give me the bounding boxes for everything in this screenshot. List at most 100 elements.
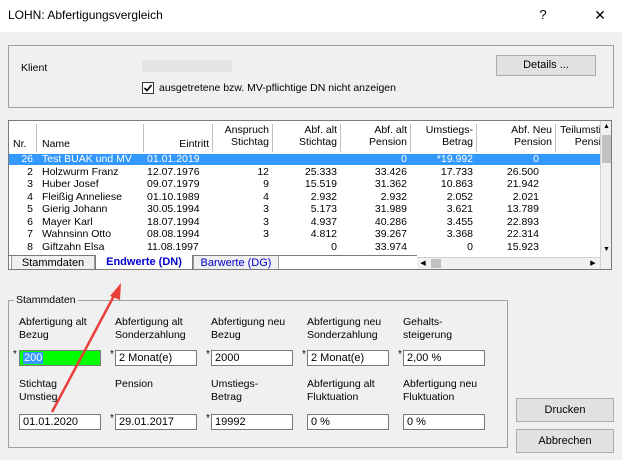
employee-grid[interactable]: Nr. Name Eintritt Anspruch Stichtag Abf.… [8, 120, 612, 270]
abf-alt-bezug-field[interactable]: 200 [19, 350, 101, 366]
fluk-neu-label-line2: Fluktuation [403, 391, 455, 403]
required-marker: * [302, 349, 306, 360]
table-row[interactable]: 7 Wahnsinn Otto 08.08.1994 3 4.812 39.267 3.36… [9, 229, 601, 240]
tab-barwerte[interactable]: Barwerte (DG) [193, 256, 279, 269]
cell-nr: 6 [27, 215, 33, 228]
scroll-up-icon[interactable]: ▲ [601, 121, 611, 133]
pension-label: Pension [115, 378, 153, 390]
header-divider [476, 124, 477, 152]
hide-inactive-label: ausgetretene bzw. MV-pflichtige DN nicht… [159, 82, 396, 94]
header-teilumstieg-line2: Pensi [574, 136, 601, 148]
abf-neu-bezug-label-line2: Bezug [211, 329, 241, 341]
header-divider [340, 124, 341, 152]
header-anspruch-line2: Stichtag [231, 136, 269, 148]
cell-nr: 2 [27, 165, 33, 178]
cell-eintritt: 01.01.2019 [147, 153, 200, 165]
cell-name: Fleißig Anneliese [42, 190, 122, 203]
grid-horizontal-scrollbar[interactable]: ◀ ▶ [417, 257, 600, 269]
cell-nr: 4 [27, 190, 33, 203]
abf-neu-bezug-label-line1: Abfertigung neu [211, 316, 286, 328]
tab-stammdaten[interactable]: Stammdaten [11, 256, 95, 269]
abf-neu-sonder-label: Abfertigung neu Sonderzahlung [307, 316, 381, 342]
header-divider [36, 124, 37, 152]
header-abf-neu[interactable]: Abf. Neu Pension [479, 124, 552, 152]
cell-nr: 26 [21, 153, 33, 165]
table-row[interactable]: 5 Gierig Johann 30.05.1994 3 5.173 31.989 3.62… [9, 204, 601, 215]
abf-neu-sonder-field[interactable]: 2 Monat(e) [307, 350, 389, 366]
cell-abf-alt-pension: 33.426 [374, 165, 407, 178]
gehalt-label-line1: Gehalts- [403, 316, 443, 328]
abf-alt-sonder-field[interactable]: 2 Monat(e) [115, 350, 197, 366]
required-marker: * [110, 349, 114, 360]
header-abf-neu-line2: Pension [514, 136, 552, 148]
header-teilumstieg[interactable]: Teilumsti Pensi [558, 124, 601, 152]
table-row[interactable]: 6 Mayer Karl 18.07.1994 3 4.937 40.286 3.455 22… [9, 215, 601, 228]
table-row[interactable]: 8 Giftzahn Elsa 11.08.1997 0 33.974 0 15.923 [9, 240, 601, 253]
cell-abf-alt-pension: 31.362 [374, 178, 407, 190]
grid-vertical-scrollbar[interactable]: ▲ ▼ [600, 121, 611, 269]
cell-name: Test BUAK und MV [42, 153, 132, 165]
header-teilumstieg-line1: Teilumsti [560, 124, 601, 136]
header-abf-alt-pension[interactable]: Abf. alt Pension [343, 124, 407, 152]
table-row[interactable]: 2 Holzwurm Franz 12.07.1976 12 25.333 33.426 1… [9, 165, 601, 178]
pension-field[interactable]: 29.01.2017 [115, 414, 197, 430]
cell-abf-alt-pension: 0 [401, 153, 407, 165]
table-row[interactable]: 26 Test BUAK und MV 01.01.2019 0 *19.992 0 [9, 154, 601, 165]
scroll-left-icon[interactable]: ◀ [417, 258, 429, 269]
abf-neu-bezug-field[interactable]: 2000 [211, 350, 293, 366]
header-anspruch[interactable]: Anspruch Stichtag [215, 124, 269, 152]
gehalt-label: Gehalts- steigerung [403, 316, 452, 342]
table-row[interactable]: 3 Huber Josef 09.07.1979 9 15.519 31.362 10.86… [9, 179, 601, 190]
header-abf-alt-pension-line1: Abf. alt [374, 124, 407, 136]
cell-abf-alt: 4.812 [310, 228, 337, 240]
umstieg-label: Umstiegs- Betrag [211, 378, 258, 404]
cancel-button[interactable]: Abbrechen [516, 429, 614, 453]
cell-abf-alt: 4.937 [310, 215, 337, 228]
cell-nr: 8 [27, 240, 33, 253]
fluk-alt-field[interactable]: 0 % [307, 414, 389, 430]
cell-name: Holzwurm Franz [42, 165, 119, 178]
required-marker: * [206, 413, 210, 424]
abf-neu-bezug-label: Abfertigung neu Bezug [211, 316, 285, 342]
cell-abf-alt: 25.333 [304, 165, 337, 178]
stichtag-field[interactable]: 01.01.2020 [19, 414, 101, 430]
scroll-thumb[interactable] [602, 135, 611, 163]
header-abf-alt[interactable]: Abf. alt Stichtag [275, 124, 337, 152]
fluk-alt-label: Abfertigung alt Fluktuation [307, 378, 375, 404]
cell-umstieg: 0 [467, 240, 473, 253]
fluk-neu-field[interactable]: 0 % [403, 414, 485, 430]
header-umstieg[interactable]: Umstiegs- Betrag [413, 124, 473, 152]
close-button[interactable]: ✕ [585, 3, 615, 27]
hide-inactive-checkbox[interactable] [142, 82, 154, 94]
cell-anspruch: 4 [263, 190, 269, 203]
print-button[interactable]: Drucken [516, 398, 614, 422]
cell-umstieg: 10.863 [440, 178, 473, 190]
abf-alt-sonder-label-line2: Sonderzahlung [115, 329, 186, 341]
tab-endwerte[interactable]: Endwerte (DN) [95, 255, 193, 269]
help-button[interactable]: ? [528, 3, 558, 27]
header-divider [410, 124, 411, 152]
abf-alt-sonder-label: Abfertigung alt Sonderzahlung [115, 316, 186, 342]
cell-umstieg: 3.368 [446, 228, 473, 240]
umstieg-label-line2: Betrag [211, 391, 242, 403]
cell-nr: 5 [27, 203, 33, 215]
scroll-down-icon[interactable]: ▼ [601, 244, 611, 256]
table-row[interactable]: 4 Fleißig Anneliese 01.10.1989 4 2.932 2.932 2… [9, 190, 601, 203]
horizontal-scroll-thumb[interactable] [431, 259, 441, 268]
checkmark-icon [143, 84, 153, 92]
details-button[interactable]: Details ... [496, 55, 596, 76]
cell-anspruch: 3 [263, 215, 269, 228]
grid-rows: 26 Test BUAK und MV 01.01.2019 0 *19.992 0 2 Ho… [9, 154, 601, 256]
umstieg-field[interactable]: 19992 [211, 414, 293, 430]
cell-abf-alt-pension: 2.932 [380, 190, 407, 203]
gehalt-field[interactable]: 2,00 % [403, 350, 485, 366]
cell-eintritt: 08.08.1994 [147, 228, 200, 240]
abf-neu-sonder-label-line2: Sonderzahlung [307, 329, 378, 341]
cell-abf-alt: 0 [331, 240, 337, 253]
client-label: Klient [21, 62, 48, 74]
scroll-right-icon[interactable]: ▶ [587, 258, 599, 269]
cell-eintritt: 18.07.1994 [147, 215, 200, 228]
cell-eintritt: 09.07.1979 [147, 178, 200, 190]
cell-eintritt: 11.08.1997 [147, 240, 199, 253]
cell-nr: 3 [27, 178, 33, 190]
